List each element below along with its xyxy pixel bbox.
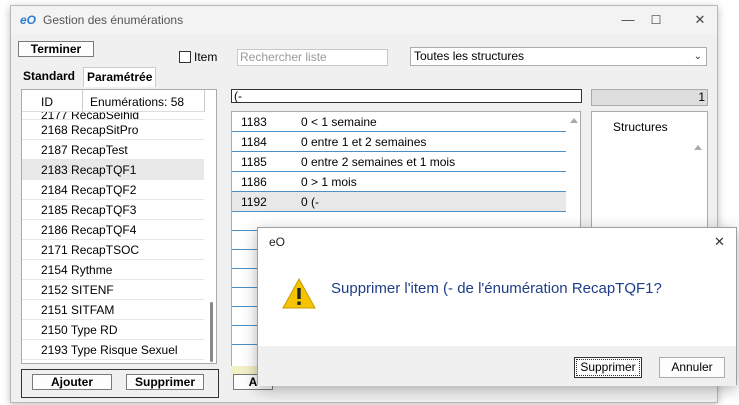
confirm-dialog: eO ✕ Supprimer l'item (- de l'énumératio… [257, 227, 737, 386]
item-id: 1192 [241, 195, 267, 209]
item-edit-field[interactable]: (- [231, 89, 582, 103]
search-input[interactable]: Rechercher liste [237, 49, 388, 66]
column-divider [82, 90, 83, 112]
close-button[interactable]: ✕ [687, 10, 713, 30]
enum-name: RecapTQF1 [71, 163, 137, 177]
add-enum-button[interactable]: Ajouter [32, 374, 112, 390]
enum-id: 2187 [41, 143, 68, 157]
enum-name: RecapTest [71, 143, 128, 157]
enum-list-actions: Ajouter Supprimer [21, 369, 219, 398]
item-label: 0 (- [301, 195, 319, 209]
table-row[interactable]: 1186 0 > 1 mois [232, 172, 566, 192]
tab-standard[interactable]: Standard [20, 67, 78, 86]
enum-list-panel: ID Enumérations: 58 2177 RecapSeihig 216… [21, 89, 217, 364]
column-divider [204, 90, 205, 112]
confirm-delete-button[interactable]: Supprimer [574, 357, 642, 378]
list-item-selected[interactable]: 2183 RecapTQF1 [22, 160, 204, 180]
enum-rows: 2177 RecapSeihig 2168 RecapSitPro 2187 R… [22, 112, 204, 360]
item-label: 0 entre 1 et 2 semaines [301, 135, 427, 149]
dialog-message: Supprimer l'item (- de l'énumération Rec… [331, 280, 662, 297]
enum-name: RecapTSOC [71, 243, 140, 257]
enum-name: Type Risque Sexuel [70, 343, 178, 357]
list-item[interactable]: 2187 RecapTest [22, 140, 204, 160]
enum-name: Type RD [70, 323, 118, 337]
list-item[interactable]: 2184 RecapTQF2 [22, 180, 204, 200]
list-item[interactable]: 2171 RecapTSOC [22, 240, 204, 260]
scroll-up-icon[interactable] [570, 118, 578, 123]
enum-id: 2151 [41, 303, 68, 317]
item-id: 1183 [241, 115, 267, 129]
structure-select[interactable]: Toutes les structures ⌄ [410, 47, 707, 66]
enum-id: 2152 [41, 283, 68, 297]
item-checkbox-label: Item [194, 50, 218, 64]
enum-id: 2184 [41, 183, 68, 197]
app-logo-icon: eO [20, 13, 36, 26]
window-title: Gestion des énumérations [43, 13, 184, 27]
enum-id: 2150 [41, 323, 68, 337]
list-item[interactable]: 2152 SITENF [22, 280, 204, 300]
structure-select-value: Toutes les structures [414, 49, 525, 63]
item-id: 1184 [241, 135, 267, 149]
list-item[interactable]: 2150 Type RD [22, 320, 204, 340]
list-item[interactable]: 2151 SITFAM [22, 300, 204, 320]
item-checkbox[interactable] [179, 51, 191, 63]
tab-parametree[interactable]: Paramétrée [83, 67, 157, 87]
enum-list-header: ID Enumérations: 58 [22, 90, 205, 112]
table-row[interactable]: 1185 0 entre 2 semaines et 1 mois [232, 152, 566, 172]
enum-id: 2186 [41, 223, 68, 237]
enum-id: 2168 [41, 123, 68, 137]
enum-name: SITFAM [71, 303, 115, 317]
enum-id: 2177 [41, 112, 68, 120]
item-label: 0 entre 2 semaines et 1 mois [301, 155, 456, 169]
enum-id: 2154 [41, 263, 68, 277]
close-icon[interactable]: ✕ [714, 234, 725, 250]
list-item[interactable]: 2185 RecapTQF3 [22, 200, 204, 220]
table-row[interactable]: 1184 0 entre 1 et 2 semaines [232, 132, 566, 152]
scroll-up-icon[interactable] [694, 145, 702, 150]
dialog-footer: Supprimer Annuler [258, 346, 736, 386]
enum-id: 2193 [41, 343, 68, 357]
scrollbar-thumb[interactable] [210, 302, 213, 362]
enum-id: 2183 [41, 163, 68, 177]
enum-name: Rythme [71, 263, 113, 277]
enum-id: 2171 [41, 243, 68, 257]
column-header-id[interactable]: ID [41, 95, 53, 109]
item-label: 0 < 1 semaine [301, 115, 377, 129]
terminer-button[interactable]: Terminer [18, 41, 94, 57]
item-label: 0 > 1 mois [301, 175, 357, 189]
item-id: 1185 [241, 155, 267, 169]
list-item[interactable]: 2168 RecapSitPro [22, 120, 204, 140]
column-header-count[interactable]: Enumérations: 58 [90, 95, 184, 109]
list-item[interactable]: 2154 Rythme [22, 260, 204, 280]
list-item[interactable]: 2177 RecapSeihig [22, 112, 204, 120]
list-item[interactable]: 2186 RecapTQF4 [22, 220, 204, 240]
warning-icon [282, 277, 316, 309]
enum-list-scrollbar[interactable] [206, 112, 216, 363]
item-counter: 1 [591, 89, 708, 106]
maximize-button[interactable]: ☐ [643, 10, 669, 30]
enum-name: RecapTQF2 [71, 183, 137, 197]
cancel-button[interactable]: Annuler [659, 357, 725, 378]
structures-title: Structures [613, 120, 668, 134]
svg-text:eO: eO [20, 13, 36, 26]
list-item[interactable]: 2193 Type Risque Sexuel [22, 340, 204, 360]
enum-name: RecapTQF4 [71, 223, 137, 237]
item-id: 1186 [241, 175, 267, 189]
chevron-down-icon: ⌄ [693, 51, 702, 62]
minimize-button[interactable]: — [615, 10, 641, 30]
enum-name: SITENF [71, 283, 114, 297]
title-bar: eO Gestion des énumérations — ☐ ✕ [11, 6, 717, 34]
enum-id: 2185 [41, 203, 68, 217]
enum-name: RecapTQF3 [71, 203, 137, 217]
table-row[interactable]: 1183 0 < 1 semaine [232, 112, 566, 132]
delete-enum-button[interactable]: Supprimer [126, 374, 204, 390]
dialog-title: eO [269, 235, 286, 249]
table-row-selected[interactable]: 1192 0 (- [232, 192, 566, 212]
enum-name: RecapSitPro [71, 123, 139, 137]
enum-name: RecapSeihig [71, 112, 140, 120]
